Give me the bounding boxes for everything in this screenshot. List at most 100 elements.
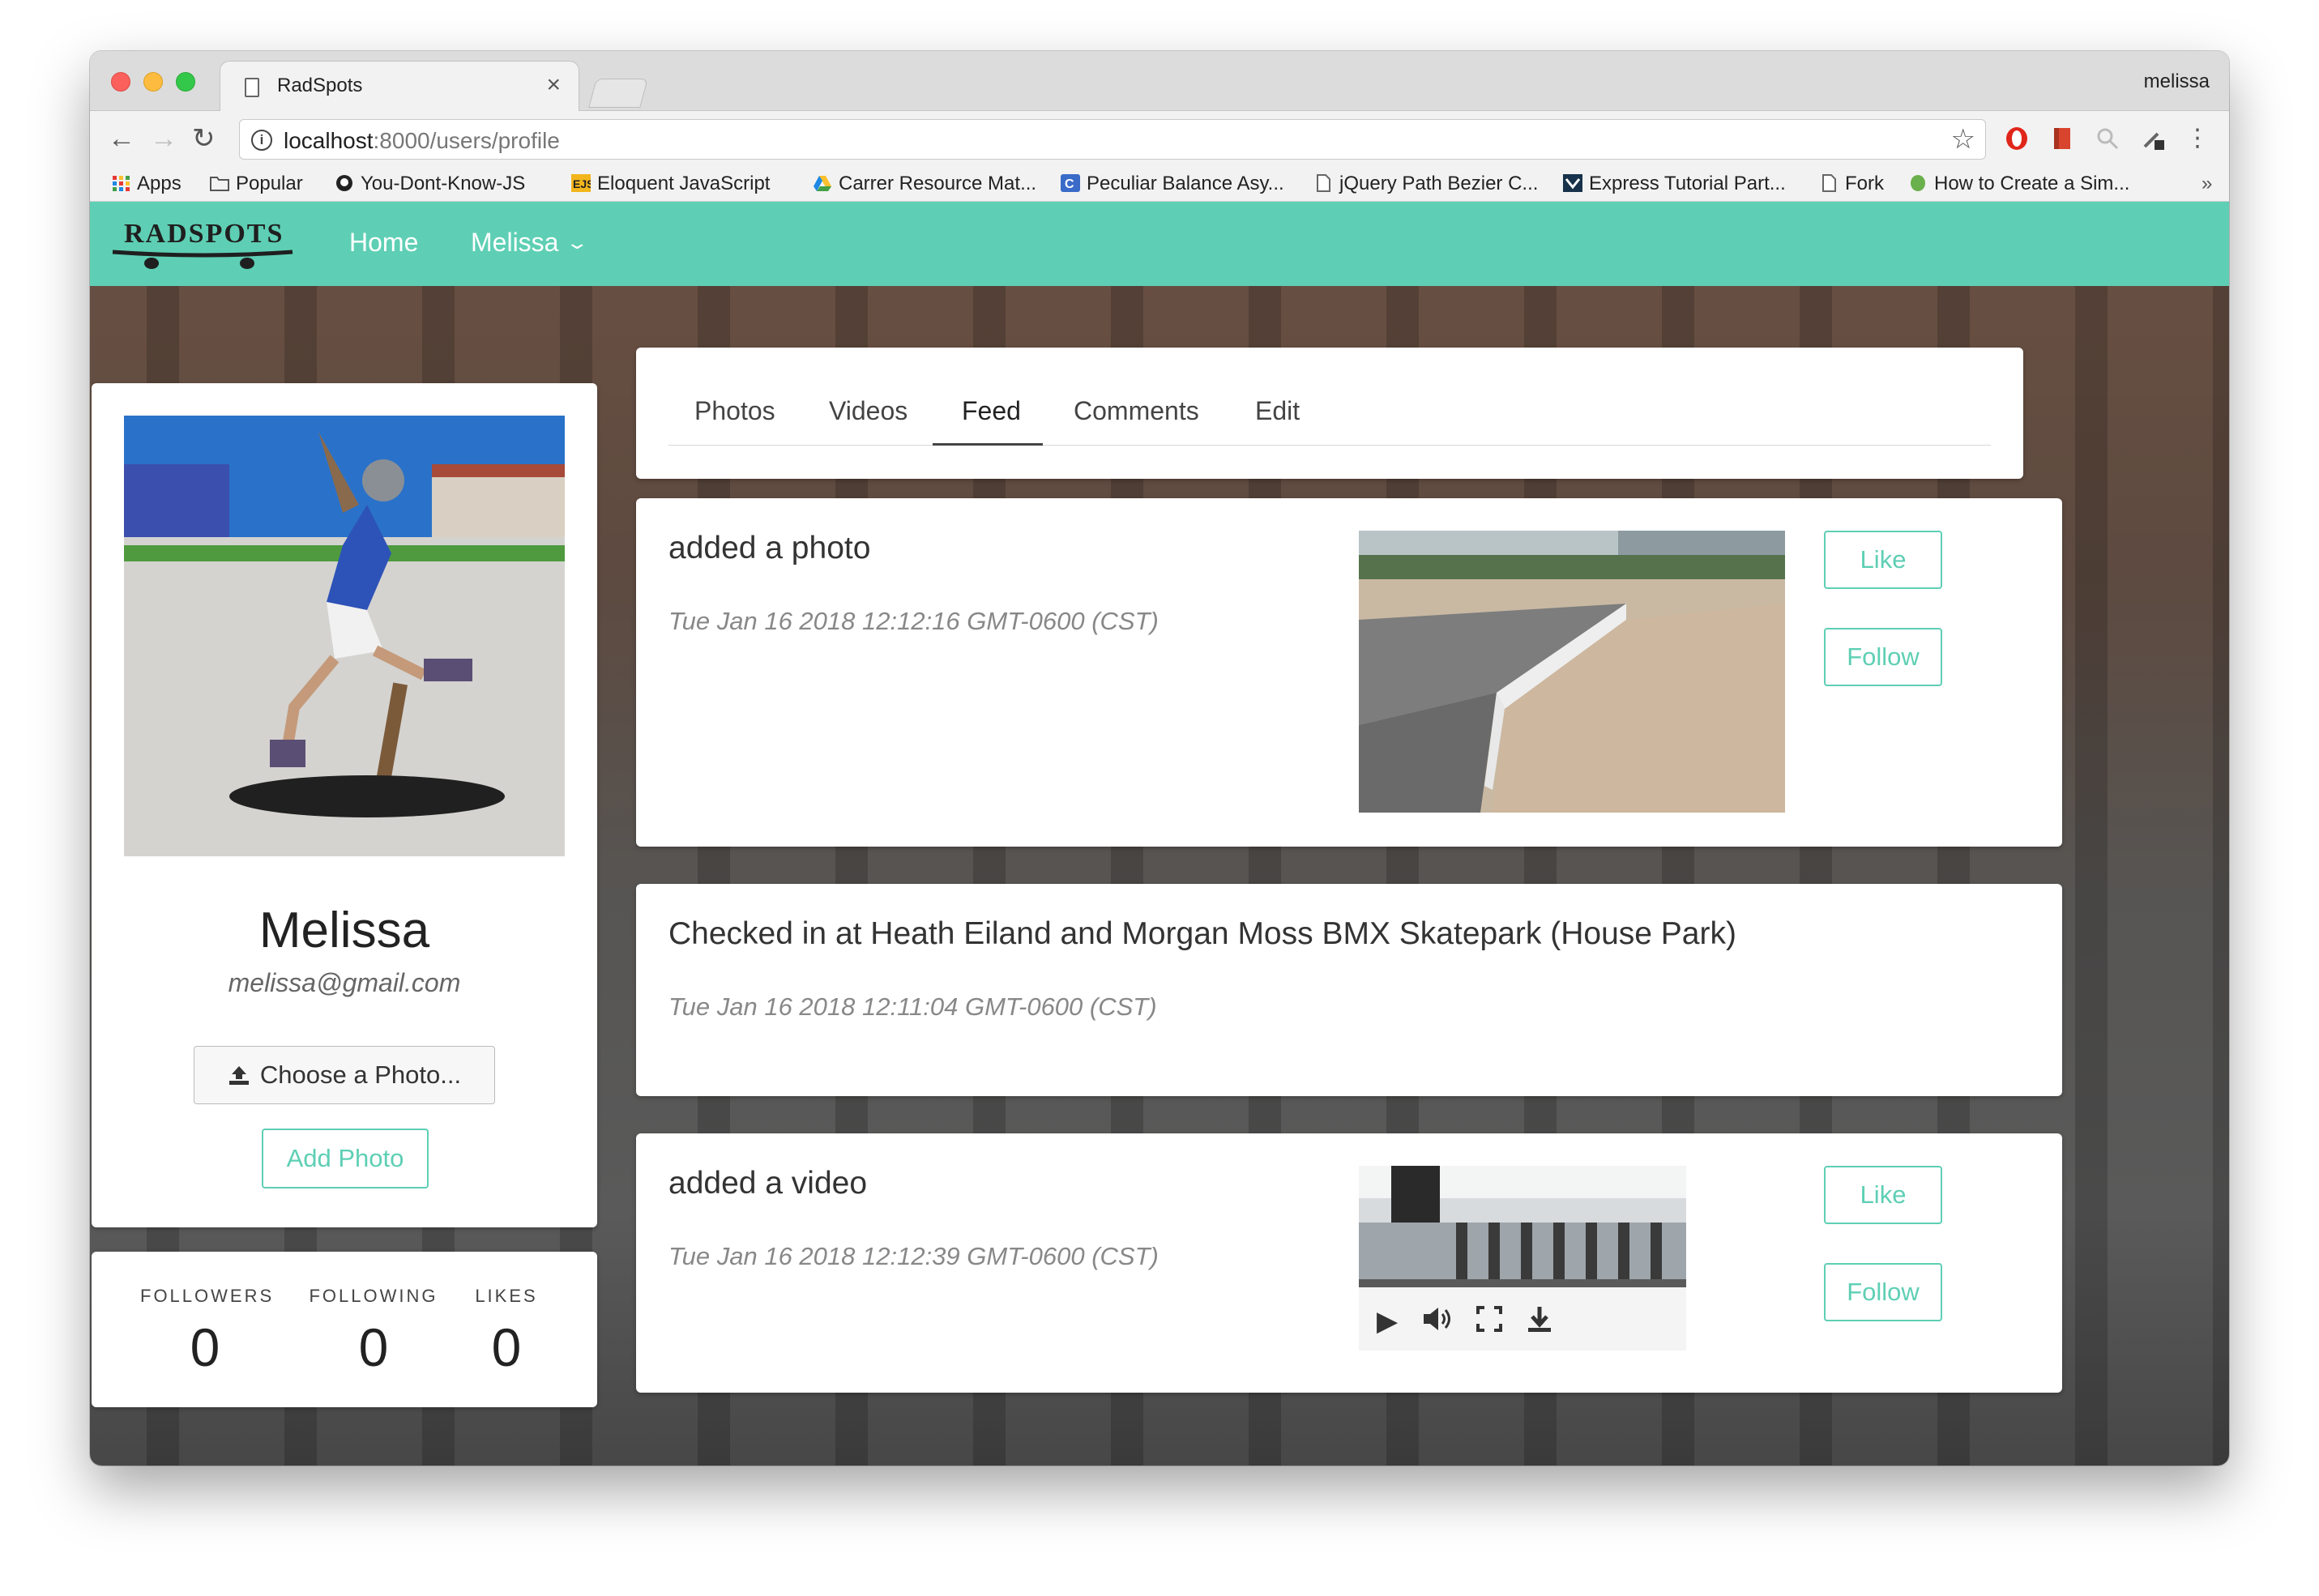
stats-card: FOLLOWERS 0 FOLLOWING 0 LIKES 0 [92, 1252, 597, 1407]
tab-videos[interactable]: Videos [829, 396, 908, 426]
likes-count: 0 [491, 1317, 522, 1377]
tab-close-icon[interactable]: × [546, 71, 561, 99]
close-window-button[interactable] [111, 72, 130, 92]
minimize-window-button[interactable] [143, 72, 163, 92]
bookmark-extension-icon[interactable] [2049, 126, 2075, 151]
feed-item-title: Checked in at Heath Eiland and Morgan Mo… [668, 916, 1736, 951]
active-tab-indicator [933, 443, 1043, 446]
maximize-window-button[interactable] [176, 72, 195, 92]
leaf-icon [1911, 175, 1925, 191]
url-text[interactable]: localhost:8000/users/profile [284, 128, 560, 154]
download-arrow-icon [1528, 1307, 1551, 1332]
bookmark-jquery-path[interactable]: jQuery Path Bezier C... [1313, 173, 1538, 195]
profile-email: melissa@gmail.com [228, 968, 461, 997]
browser-menu-icon[interactable]: ⋮ [2185, 122, 2210, 155]
bookmark-apps[interactable]: Apps [111, 173, 182, 195]
feed-item-title: added a photo [668, 531, 871, 565]
profile-card: Melissa melissa@gmail.com Choose a Photo… [92, 383, 597, 1227]
tab-photos[interactable]: Photos [694, 396, 775, 426]
github-icon [336, 175, 352, 191]
fullscreen-icon[interactable] [1476, 1305, 1503, 1340]
expand-icon [1476, 1306, 1502, 1332]
apps-grid-icon [113, 176, 130, 191]
tab-edit[interactable]: Edit [1255, 396, 1300, 426]
tab-strip: RadSpots × melissa [90, 51, 2229, 112]
browser-toolbar: ← → ↻ i localhost:8000/users/profile ☆ ⋮ [90, 111, 2229, 166]
eyedropper-extension-icon[interactable] [2140, 126, 2166, 151]
like-button[interactable]: Like [1824, 531, 1942, 589]
folder-icon [210, 177, 229, 191]
profile-tabs-card: Photos Videos Feed Comments Edit [636, 348, 2023, 479]
bookmarks-overflow-icon[interactable]: » [2202, 173, 2212, 195]
followers-label: FOLLOWERS [140, 1286, 275, 1306]
following-label: FOLLOWING [309, 1286, 438, 1306]
reload-icon[interactable]: ↻ [192, 122, 216, 155]
bookmarks-bar: Apps Popular You-Dont-Know-JS EJS Eloque… [90, 166, 2229, 202]
nav-home-link[interactable]: Home [349, 228, 418, 258]
page-icon [1822, 174, 1836, 192]
feed-photo[interactable] [1359, 531, 1785, 813]
choose-photo-button[interactable]: Choose a Photo... [194, 1046, 495, 1104]
play-icon[interactable]: ▶ [1377, 1305, 1398, 1338]
tab-title: RadSpots [277, 75, 363, 96]
speaker-icon [1424, 1308, 1450, 1330]
following-count: 0 [358, 1317, 389, 1377]
avatar-image [124, 416, 565, 856]
bookmark-you-dont-know-js[interactable]: You-Dont-Know-JS [335, 173, 525, 195]
likes-label: LIKES [475, 1286, 538, 1306]
bookmark-eloquent-javascript[interactable]: EJS Eloquent JavaScript [571, 173, 770, 195]
browser-profile-name[interactable]: melissa [2144, 70, 2210, 93]
feed-item-date: Tue Jan 16 2018 12:12:39 GMT-0600 (CST) [668, 1242, 1159, 1270]
video-frame [1359, 1166, 1686, 1287]
magnifier-extension-icon[interactable] [2095, 126, 2120, 151]
browser-window: RadSpots × melissa ← → ↻ i localhost:800… [90, 51, 2229, 1466]
bookmark-express-tutorial[interactable]: Express Tutorial Part... [1563, 173, 1786, 195]
video-player[interactable]: ▶ [1359, 1166, 1686, 1351]
opera-extension-icon[interactable] [2004, 126, 2030, 151]
address-bar[interactable]: i localhost:8000/users/profile ☆ [239, 119, 1986, 160]
mdn-icon [1563, 174, 1582, 192]
skatepark-photo [1359, 531, 1785, 813]
forward-icon[interactable]: → [150, 122, 177, 155]
bookmark-how-to-create[interactable]: How to Create a Sim... [1908, 173, 2129, 195]
download-icon[interactable] [1526, 1305, 1553, 1340]
svg-text:EJS: EJS [573, 177, 591, 190]
video-thumbnail [1359, 1166, 1686, 1287]
profile-name: Melissa [258, 903, 430, 958]
bookmark-peculiar-balance[interactable]: C Peculiar Balance Asy... [1061, 173, 1284, 195]
feed-item-date: Tue Jan 16 2018 12:11:04 GMT-0600 (CST) [668, 992, 1157, 1021]
nav-user-label: Melissa [471, 228, 559, 257]
browser-tab[interactable]: RadSpots × [220, 61, 579, 112]
bookmark-star-icon[interactable]: ☆ [1951, 123, 1975, 156]
feed-item-video: added a video Tue Jan 16 2018 12:12:39 G… [636, 1133, 2062, 1393]
radspots-logo[interactable]: RADSPOTS [109, 216, 296, 273]
follow-button[interactable]: Follow [1824, 1263, 1942, 1321]
chevron-down-icon: ⌄ [565, 233, 590, 253]
feed-item-title: added a video [668, 1166, 868, 1201]
bookmark-popular[interactable]: Popular [210, 173, 303, 195]
bookmark-label: Eloquent JavaScript [597, 173, 771, 194]
url-host: localhost [284, 128, 374, 153]
bookmark-carrer-resource[interactable]: Carrer Resource Mat... [813, 173, 1036, 195]
bookmark-fork[interactable]: Fork [1819, 173, 1884, 195]
volume-icon[interactable] [1422, 1305, 1454, 1340]
like-button[interactable]: Like [1824, 1166, 1942, 1224]
add-photo-button[interactable]: Add Photo [262, 1129, 429, 1188]
bookmark-label: Carrer Resource Mat... [839, 173, 1037, 194]
info-icon[interactable]: i [251, 130, 272, 151]
svg-text:C: C [1065, 177, 1074, 191]
logo-text: RADSPOTS [124, 219, 284, 249]
bookmark-label: Fork [1845, 173, 1884, 194]
app-navbar: RADSPOTS Home Melissa ⌄ [90, 202, 2229, 286]
back-icon[interactable]: ← [108, 122, 135, 155]
tab-feed[interactable]: Feed [962, 396, 1021, 426]
profile-avatar [124, 416, 565, 856]
feed-item-checkin: Checked in at Heath Eiland and Morgan Mo… [636, 884, 2062, 1096]
bookmark-label: jQuery Path Bezier C... [1339, 173, 1539, 194]
url-path: :8000/users/profile [373, 128, 560, 153]
tab-comments[interactable]: Comments [1074, 396, 1199, 426]
follow-button[interactable]: Follow [1824, 628, 1942, 686]
ejs-icon: EJS [571, 174, 591, 192]
new-tab-button[interactable] [588, 79, 648, 108]
nav-user-dropdown[interactable]: Melissa ⌄ [471, 228, 589, 258]
